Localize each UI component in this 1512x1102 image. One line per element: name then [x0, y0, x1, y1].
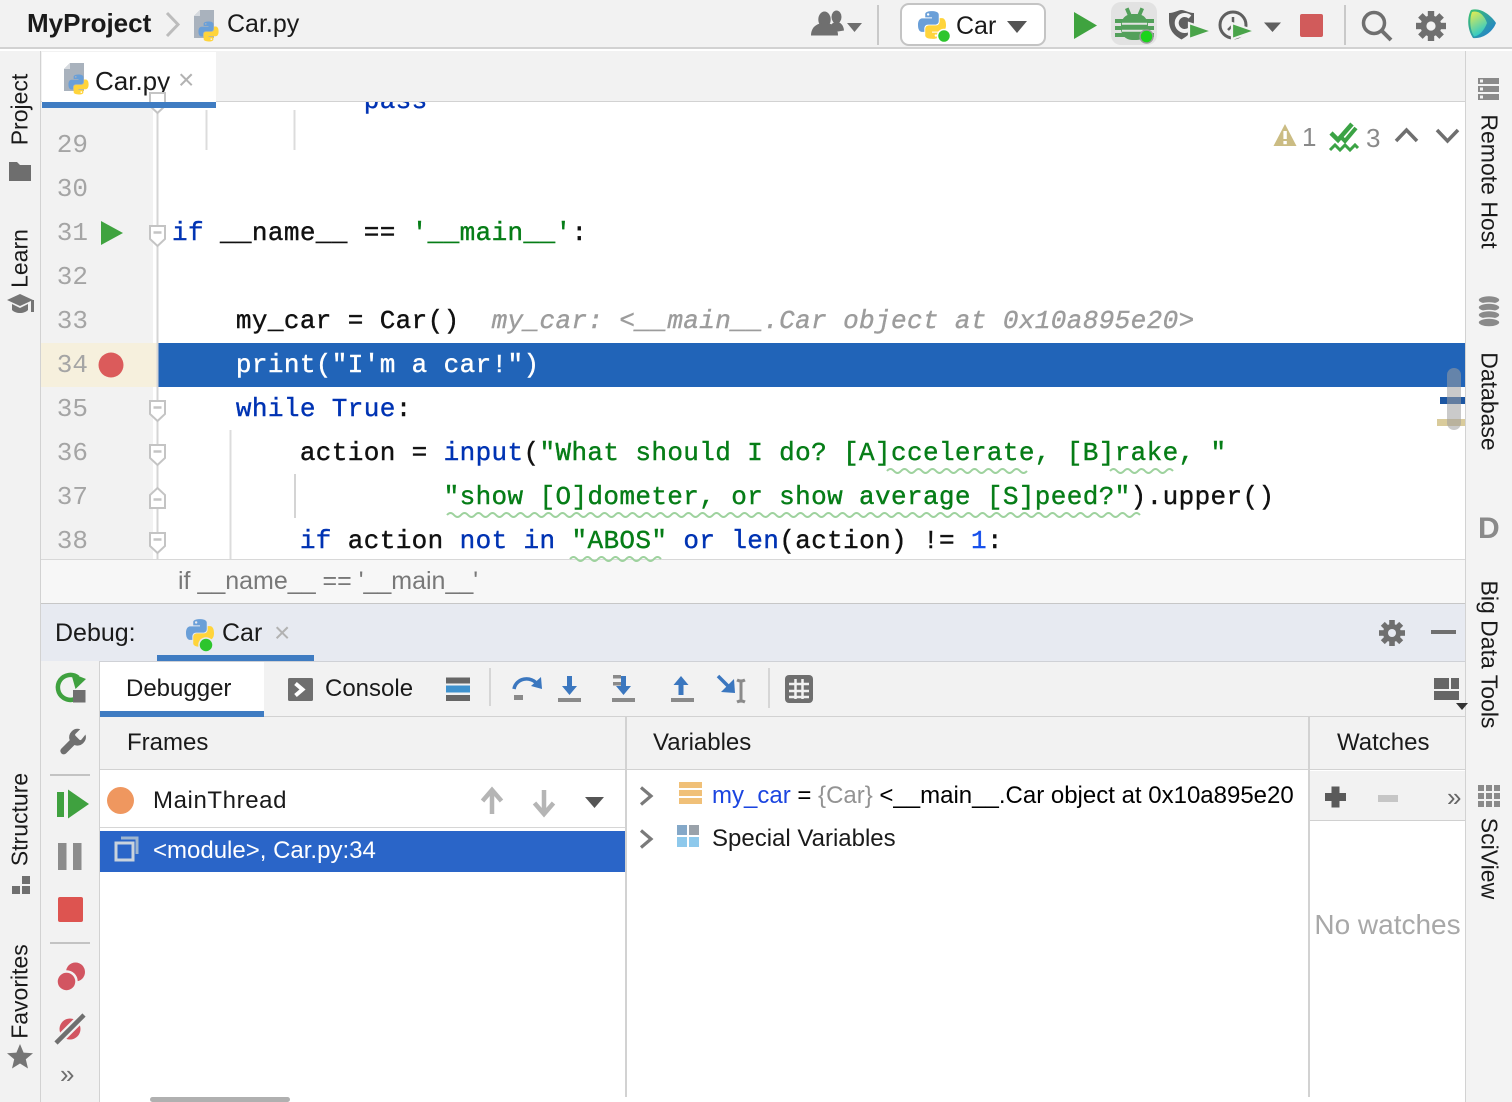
svg-text:D: D: [1478, 512, 1500, 545]
svg-text:1: 1: [1302, 122, 1316, 152]
svg-text:»: »: [60, 1059, 74, 1089]
svg-text:3: 3: [1366, 123, 1380, 153]
svg-text:Car: Car: [956, 12, 996, 40]
svg-text:»: »: [1447, 782, 1461, 812]
